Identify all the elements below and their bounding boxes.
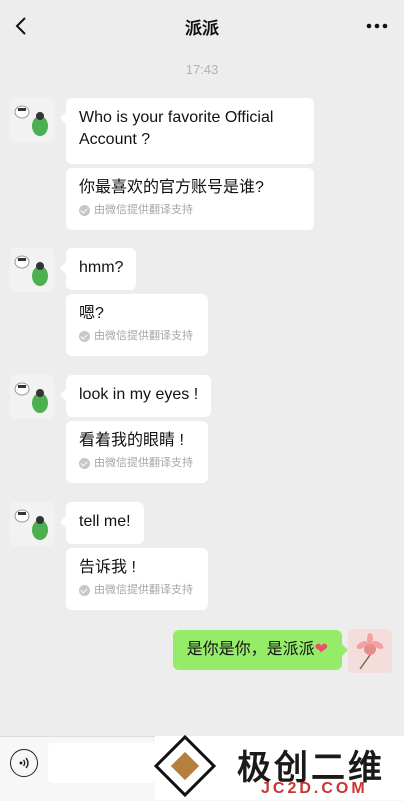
avatar[interactable] — [10, 248, 54, 292]
top-bar: 派派 — [0, 0, 404, 52]
ellipsis-icon[interactable] — [364, 12, 390, 40]
avatar[interactable] — [10, 502, 54, 546]
message-bubble[interactable]: tell me! — [60, 502, 144, 544]
check-circle-icon — [79, 204, 90, 216]
translation-note: 由微信提供翻译支持 — [79, 456, 195, 470]
translation-note: 由微信提供翻译支持 — [79, 203, 301, 217]
translation-card[interactable]: 你最喜欢的官方账号是谁? 由微信提供翻译支持 — [66, 168, 314, 230]
cube-logo-icon — [153, 734, 217, 798]
avatar-image-icon — [10, 375, 54, 419]
message-bubble[interactable]: Who is your favorite Official Account ? — [60, 98, 314, 164]
chat-title: 派派 — [185, 18, 219, 38]
check-circle-icon — [79, 330, 90, 342]
avatar[interactable] — [10, 98, 54, 142]
heart-emoji-icon: ❤ — [314, 641, 328, 658]
voice-input-icon[interactable] — [10, 749, 38, 777]
translation-card[interactable]: 告诉我 ! 由微信提供翻译支持 — [66, 548, 208, 610]
avatar-image-icon — [10, 248, 54, 292]
my-message-bubble[interactable]: 是你是你，是派派❤ — [172, 630, 349, 670]
translation-card[interactable]: 看着我的眼睛 ! 由微信提供翻译支持 — [66, 421, 208, 483]
flower-icon — [348, 629, 392, 673]
chevron-left-icon[interactable] — [10, 12, 34, 40]
check-circle-icon — [79, 457, 90, 469]
message-bubble[interactable]: look in my eyes ! — [59, 375, 212, 417]
translation-note: 由微信提供翻译支持 — [79, 583, 195, 597]
watermark: 极创二维 JC2D.COM — [153, 734, 404, 800]
message-bubble[interactable]: hmm? — [59, 248, 137, 290]
check-circle-icon — [79, 584, 90, 596]
avatar[interactable] — [10, 375, 54, 419]
message-input[interactable] — [48, 743, 156, 783]
translation-note: 由微信提供翻译支持 — [79, 329, 195, 343]
translation-card[interactable]: 嗯? 由微信提供翻译支持 — [66, 294, 208, 356]
timestamp: 17:43 — [185, 62, 219, 77]
my-avatar[interactable] — [348, 629, 392, 673]
avatar-image-icon — [10, 98, 54, 142]
avatar-image-icon — [10, 502, 54, 546]
watermark-site: JC2D.COM — [261, 780, 368, 797]
